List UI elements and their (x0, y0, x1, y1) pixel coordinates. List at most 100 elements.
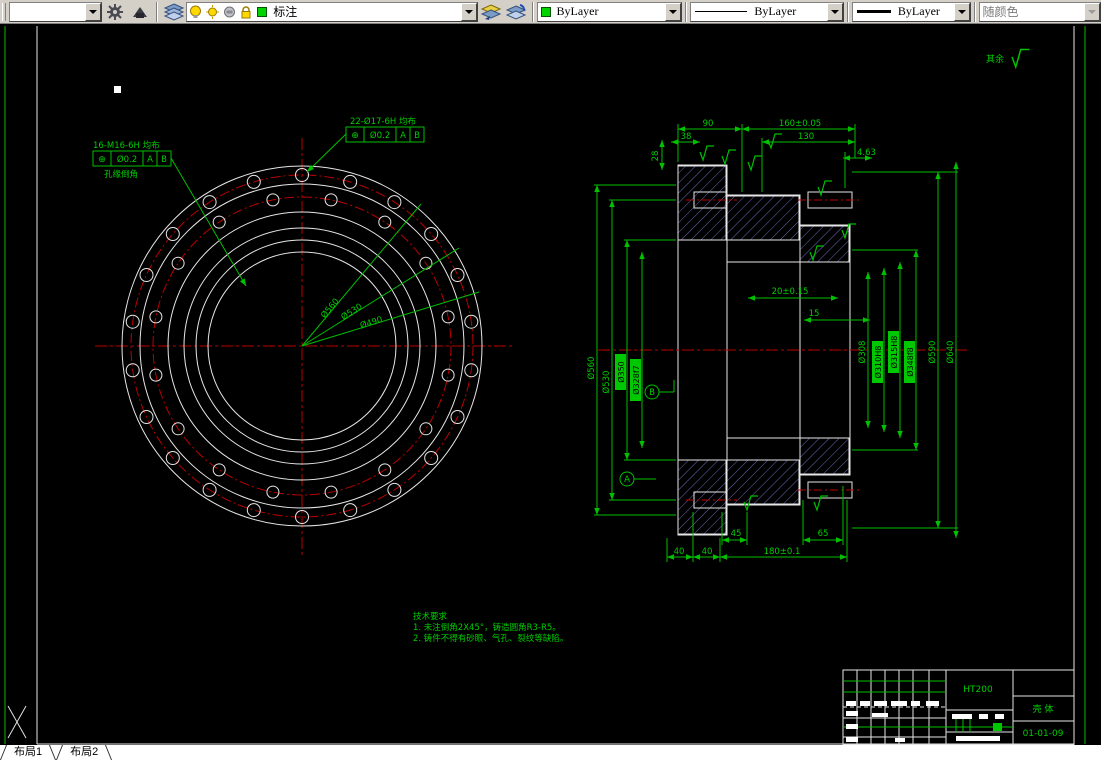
thread-label: 16-M16-6H 均布 (93, 140, 160, 151)
toolbar-separator (685, 1, 688, 22)
layer-name: 标注 (273, 5, 298, 19)
lineweight-sample (856, 10, 891, 13)
dim-label: 45 (731, 529, 742, 539)
tab-layout2[interactable]: 布局2 (56, 745, 112, 760)
thread-note: 孔缘倒角 (104, 169, 138, 180)
layer-dropdown-button[interactable] (460, 2, 477, 21)
lineweight-dropdown-button[interactable] (953, 2, 970, 21)
top-dimensions: 90 160±0.05 38 130 4.63 28 (651, 119, 876, 170)
toolbar-grip[interactable] (2, 2, 6, 21)
layout-tab-bar: 布局1 布局2 (0, 745, 1101, 760)
tech-req-line: 1. 未注倒角2X45°，铸造圆角R3-R5。 (413, 622, 561, 633)
dim-label: 90 (703, 119, 714, 129)
through-hole-callout: 22-Ø17-6H 均布 ⊕ Ø0.2 A B (306, 116, 425, 173)
part-name: 壳 体 (1033, 703, 1054, 715)
chevron-down-icon (830, 9, 839, 14)
dim-label: 20±0.15 (772, 287, 809, 297)
ucs-icon (7, 705, 27, 739)
datum-ref: B (414, 131, 420, 141)
make-layer-current-button[interactable] (129, 1, 152, 23)
layer-previous-icon (480, 3, 501, 20)
middle-dimensions: 20±0.15 15 (748, 287, 870, 323)
dim-label: Ø590 (927, 341, 938, 364)
top-toolbar: 标注 ByLayer ByLayer ByLayer 随颜色 (0, 0, 1101, 24)
tech-requirements: 技术要求 1. 未注倒角2X45°，铸造圆角R3-R5。 2. 铸件不得有砂眼、… (413, 611, 568, 644)
dim-label: 40 (674, 547, 685, 557)
dim-label: 4.63 (857, 148, 876, 158)
tab-label: 布局2 (70, 746, 99, 758)
grip-point[interactable] (114, 86, 121, 93)
dim-label: 38 (681, 132, 692, 142)
layer-on-bulb-icon[interactable] (189, 5, 202, 19)
layer-properties-button[interactable] (103, 1, 126, 23)
toolbar-separator (973, 1, 976, 22)
position-symbol: ⊕ (98, 155, 106, 165)
layers-manager-button[interactable] (162, 1, 185, 23)
dim-label: Ø308 (857, 341, 868, 364)
dim-label: Ø328f7 (631, 365, 641, 394)
surface-note-text: 其余 (986, 53, 1004, 65)
tech-req-title: 技术要求 (413, 611, 448, 622)
roughness-icon (1011, 48, 1031, 68)
linetype-combo[interactable]: ByLayer (690, 1, 844, 22)
chevron-down-icon (957, 9, 966, 14)
linetype-dropdown-button[interactable] (826, 2, 843, 21)
dim-label: Ø350 (616, 361, 626, 383)
layer-update-icon (505, 3, 526, 20)
datum-ref: A (400, 131, 406, 141)
dim-label: Ø560 (319, 296, 342, 321)
highlighted-dim: Ø328f7 (630, 359, 641, 401)
highlighted-dim: Ø350 (615, 354, 626, 390)
linetype-value: ByLayer (754, 4, 797, 18)
plotstyle-dropdown-button (1084, 2, 1101, 21)
dim-label: 130 (798, 132, 814, 142)
layer-lock-icon[interactable] (240, 5, 252, 19)
lineweight-combo[interactable]: ByLayer (851, 1, 971, 22)
tab-layout1[interactable]: 布局1 (0, 745, 56, 760)
lineweight-value: ByLayer (897, 4, 940, 18)
section-view: 90 160±0.05 38 130 4.63 28 20±0.15 15 45… (586, 119, 968, 562)
highlighted-dim: Ø348f8 (904, 341, 915, 383)
datum-ref: B (161, 155, 167, 165)
chevron-down-icon (464, 9, 473, 14)
dim-label: Ø560 (586, 357, 597, 380)
thread-hole-callout: 16-M16-6H 均布 ⊕ Ø0.2 A B 孔缘倒角 (92, 140, 247, 287)
layer-plot-icon[interactable] (223, 5, 236, 19)
layer-states-button[interactable] (504, 1, 527, 23)
highlighted-dim: Ø310H8 (872, 341, 883, 383)
dim-label: Ø315H8 (889, 336, 899, 369)
front-view: Ø560 Ø530 Ø490 16-M16-6H 均布 ⊕ Ø0.2 A B 孔… (92, 116, 512, 556)
tolerance-value: Ø0.2 (370, 130, 390, 141)
layer-freeze-sun-icon[interactable] (206, 4, 220, 19)
dim-label: 65 (818, 529, 829, 539)
radial-dimensions: Ø560 Ø530 Ø490 (301, 203, 480, 347)
gear-icon (106, 3, 123, 20)
linetype-sample (695, 11, 748, 12)
cad-application: 标注 ByLayer ByLayer ByLayer 随颜色 其余 Ø560 Ø… (0, 0, 1101, 760)
datum-ref: A (147, 155, 153, 165)
color-combo[interactable]: ByLayer (536, 1, 683, 22)
color-dropdown-button[interactable] (665, 2, 682, 21)
layer-combo[interactable]: 标注 (186, 1, 478, 22)
dim-label: Ø530 (601, 371, 612, 394)
workspace-dropdown-button[interactable] (85, 2, 102, 21)
dim-label: 15 (809, 309, 820, 319)
dim-label: 160±0.05 (779, 119, 821, 129)
position-symbol: ⊕ (351, 131, 359, 141)
toolbar-separator (531, 1, 534, 22)
previous-layer-state-button[interactable] (479, 1, 502, 23)
color-value: ByLayer (556, 4, 599, 18)
layer-color-chip[interactable] (257, 6, 268, 17)
hole-label: 22-Ø17-6H 均布 (350, 116, 416, 127)
drawing-canvas[interactable]: 其余 Ø560 Ø530 Ø490 16-M16-6H 均布 ⊕ Ø0.2 A … (0, 0, 1101, 760)
dim-label: Ø530 (339, 301, 364, 322)
surface-finish-note: 其余 (986, 48, 1031, 68)
tech-req-line: 2. 铸件不得有砂眼、气孔、裂纹等缺陷。 (413, 633, 568, 644)
workspace-combo[interactable] (8, 1, 103, 22)
datum-label: B (649, 388, 655, 398)
material-value: HT200 (963, 685, 993, 695)
tolerance-value: Ø0.2 (117, 154, 137, 165)
dim-label: 28 (651, 151, 661, 162)
title-block-masked-cells (846, 701, 1004, 742)
dim-label: Ø490 (359, 314, 384, 331)
